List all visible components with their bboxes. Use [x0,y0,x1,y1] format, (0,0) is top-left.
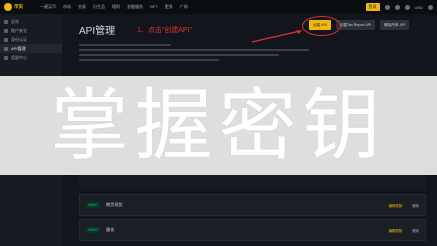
sidebar-item-overview[interactable]: 总览 [0,17,62,26]
api-key-name: 期货现货 [105,202,123,207]
nav-item[interactable]: 衍生品 [93,4,105,10]
create-tax-report-api-button[interactable]: 创建Tax Report API [335,20,376,30]
sidebar-lower [0,175,62,246]
notification-icon[interactable] [404,4,410,10]
banner-title: 掌握密钥 [50,80,387,171]
annotation-text: 1、点击“创建API” [137,27,192,34]
annotation-arrow-icon [251,30,302,43]
instruction-line [79,44,171,46]
sidebar-item-security[interactable]: 账户安全 [0,26,62,35]
id-card-icon [4,37,8,42]
api-key-card: HMAC 期货现货 编辑限制 删除 [79,194,426,216]
api-instructions [79,44,329,64]
page-title: API管理 [79,26,116,37]
nav-item[interactable]: 理财 [112,4,120,10]
sidebar-item-label: 身份认证 [11,36,27,42]
overlay-banner: 掌握密钥 [0,76,437,175]
sidebar-item-label: API管理 [11,45,26,51]
gift-icon [4,55,8,60]
instruction-line [79,54,279,56]
top-navbar: 币安 一键买币 市场 交易 衍生品 理财 金融服务 NFT 更多 广场 登录 U… [0,0,437,14]
sidebar-item-label: 奖励中心 [11,54,27,60]
top-right-tools: 登录 USD [365,3,433,11]
nav-item[interactable]: NFT [150,4,158,10]
sidebar-item-label: 总览 [11,18,19,24]
api-type-badge: HMAC [86,202,100,208]
api-type-badge: HMAC [86,227,100,233]
currency-selector[interactable]: USD [415,5,423,10]
logo[interactable]: 币安 [4,3,40,11]
login-button[interactable]: 登录 [365,3,380,11]
dashboard-icon [4,19,8,24]
nav-item[interactable]: 更多 [165,4,173,10]
api-list-header [79,175,426,189]
delete-all-api-button[interactable]: 删除所有 API [380,20,410,30]
delete-api-button[interactable]: 删除 [412,228,419,233]
nav-item[interactable]: 金融服务 [127,4,143,10]
delete-api-button[interactable]: 删除 [412,203,419,208]
sidebar-item-api[interactable]: API管理 [0,44,62,53]
api-key-name: 量化 [105,227,115,232]
main-content: API管理 创建 API 创建Tax Report API 删除所有 API [62,14,437,76]
api-icon [4,46,8,51]
instruction-line [79,59,219,61]
shield-icon [4,28,8,33]
api-list-area: HMAC 期货现货 编辑限制 删除 HMAC 量化 编辑限制 删除 [0,175,437,246]
settings-icon[interactable] [428,4,433,10]
sidebar-item-rewards[interactable]: 奖励中心 [0,53,62,62]
edit-restrictions-button[interactable]: 编辑限制 [389,203,403,208]
highlight-circle [302,16,341,36]
main-nav: 一键买币 市场 交易 衍生品 理财 金融服务 NFT 更多 广场 [40,4,366,10]
nav-item[interactable]: 一键买币 [40,4,56,10]
nav-item[interactable]: 市场 [63,4,71,10]
instruction-line [79,49,309,51]
edit-restrictions-button[interactable]: 编辑限制 [389,228,403,233]
sidebar: 总览 账户安全 身份认证 API管理 奖励中心 [0,14,62,76]
sidebar-item-identity[interactable]: 身份认证 [0,35,62,44]
logo-text: 币安 [14,4,23,9]
sidebar-item-label: 账户安全 [11,27,27,33]
nav-item[interactable]: 交易 [78,4,86,10]
nav-item[interactable]: 广场 [180,4,188,10]
wallet-icon[interactable] [384,4,390,10]
api-key-card: HMAC 量化 编辑限制 删除 [79,219,426,241]
user-icon[interactable] [394,4,400,10]
binance-logo-icon [4,3,12,11]
